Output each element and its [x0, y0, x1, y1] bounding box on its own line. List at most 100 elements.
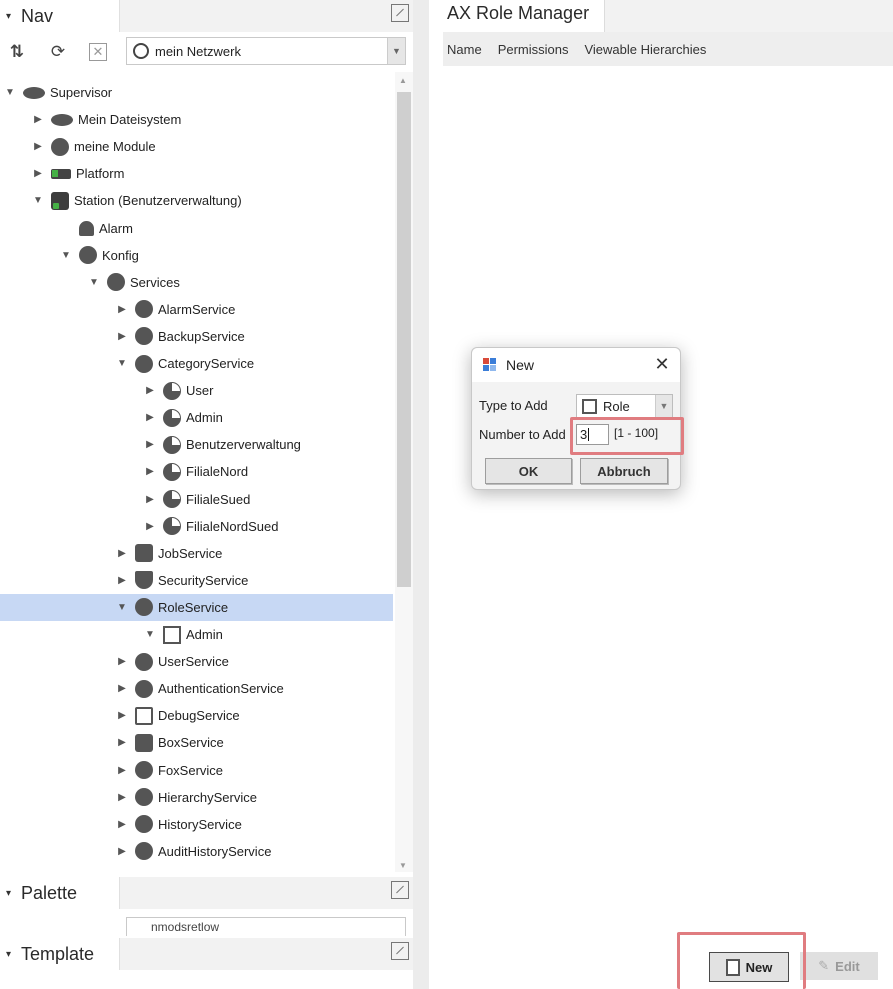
- collapsed-caret-icon[interactable]: ▶: [116, 792, 128, 803]
- palette-title: Palette: [21, 882, 78, 903]
- chevron-down-icon[interactable]: ▼: [655, 395, 672, 417]
- sync-icon[interactable]: ⇅: [6, 41, 28, 63]
- tree-node-foxservice[interactable]: ▶ FoxService: [0, 757, 393, 784]
- palette-select[interactable]: nmodsretlow: [126, 917, 406, 936]
- tree-node-station[interactable]: ▼ Station (Benutzerverwaltung): [0, 187, 393, 214]
- tree-node-category-filialesued[interactable]: ▶ FilialeSued: [0, 486, 393, 513]
- tree-node-hierarchyservice[interactable]: ▶ HierarchyService: [0, 784, 393, 811]
- tree-node-label: RoleService: [158, 599, 229, 615]
- collapsed-caret-icon[interactable]: ▶: [116, 710, 128, 721]
- tree-node-backupservice[interactable]: ▶ BackupService: [0, 323, 393, 350]
- expanded-caret-icon[interactable]: ▼: [144, 629, 156, 640]
- collapsed-caret-icon[interactable]: ▶: [116, 765, 128, 776]
- collapse-caret-icon[interactable]: ▾: [6, 949, 11, 960]
- expanded-caret-icon[interactable]: ▼: [4, 87, 16, 98]
- collapsed-caret-icon[interactable]: ▶: [116, 683, 128, 694]
- panel-splitter[interactable]: [413, 0, 429, 989]
- tree-node-boxservice[interactable]: ▶ BoxService: [0, 729, 393, 756]
- cancel-button[interactable]: Abbruch: [580, 458, 668, 484]
- expanded-caret-icon[interactable]: ▼: [116, 358, 128, 369]
- tree-node-debugservice[interactable]: ▶ DebugService: [0, 702, 393, 729]
- collapsed-caret-icon[interactable]: ▶: [32, 141, 44, 152]
- tree-node-role-admin[interactable]: ▼ Admin: [0, 621, 393, 648]
- tree-node-label: Station (Benutzerverwaltung): [74, 193, 242, 209]
- tree-node-label: FilialeNordSued: [186, 518, 279, 534]
- type-to-add-value: Role: [603, 398, 630, 414]
- collapsed-caret-icon[interactable]: ▶: [116, 819, 128, 830]
- tree-node-audithistoryservice[interactable]: ▶ AuditHistoryService: [0, 838, 393, 865]
- tree-node-category-benutzerverwaltung[interactable]: ▶ Benutzerverwaltung: [0, 431, 393, 458]
- collapsed-caret-icon[interactable]: ▶: [144, 494, 156, 505]
- collapsed-caret-icon[interactable]: ▶: [32, 114, 44, 125]
- tree-node-meine-module[interactable]: ▶ meine Module: [0, 133, 393, 160]
- tree-node-konfig[interactable]: ▼ Konfig: [0, 242, 393, 269]
- tree-node-categoryservice[interactable]: ▼ CategoryService: [0, 350, 393, 377]
- backupservice-icon: [135, 327, 153, 346]
- collapsed-caret-icon[interactable]: ▶: [144, 466, 156, 477]
- scroll-up-icon[interactable]: ▲: [399, 76, 407, 85]
- tree-node-authenticationservice[interactable]: ▶ AuthenticationService: [0, 675, 393, 702]
- type-to-add-select[interactable]: Role ▼: [576, 394, 673, 418]
- collapse-caret-icon[interactable]: ▾: [6, 888, 11, 899]
- collapsed-caret-icon[interactable]: ▶: [144, 521, 156, 532]
- ok-button[interactable]: OK: [485, 458, 572, 484]
- collapsed-caret-icon[interactable]: ▶: [116, 304, 128, 315]
- collapsed-caret-icon[interactable]: ▶: [116, 846, 128, 857]
- tree-node-category-filialenord[interactable]: ▶ FilialeNord: [0, 458, 393, 485]
- hierarchyservice-icon: [135, 788, 153, 807]
- tab-ax-role-manager[interactable]: AX Role Manager: [429, 0, 605, 32]
- highlight-new-button: [677, 932, 806, 989]
- scroll-down-icon[interactable]: ▼: [399, 861, 407, 870]
- column-name[interactable]: Name: [447, 42, 482, 57]
- template-tab[interactable]: ▾ Template: [0, 938, 120, 970]
- tree-node-category-filialenordsued[interactable]: ▶ FilialeNordSued: [0, 513, 393, 540]
- tree-node-jobservice[interactable]: ▶ JobService: [0, 540, 393, 567]
- collapsed-caret-icon[interactable]: ▶: [116, 331, 128, 342]
- network-select[interactable]: mein Netzwerk ▼: [126, 37, 406, 65]
- collapsed-caret-icon[interactable]: ▶: [116, 656, 128, 667]
- column-viewable-hierarchies[interactable]: Viewable Hierarchies: [584, 42, 706, 57]
- scrollbar-thumb[interactable]: [397, 92, 411, 587]
- palette-tab[interactable]: ▾ Palette: [0, 877, 120, 909]
- tree-scrollbar[interactable]: ▲ ▼: [395, 72, 413, 872]
- collapsed-caret-icon[interactable]: ▶: [144, 385, 156, 396]
- category-benutzerverwaltung-icon: [163, 435, 181, 454]
- refresh-icon[interactable]: ⟳: [47, 41, 69, 63]
- maximize-icon[interactable]: [391, 4, 409, 22]
- collapsed-caret-icon[interactable]: ▶: [116, 548, 128, 559]
- close-icon[interactable]: ✕: [652, 354, 672, 374]
- tree-node-mein-dateisystem[interactable]: ▶ Mein Dateisystem: [0, 106, 393, 133]
- maximize-icon[interactable]: [391, 881, 409, 899]
- tree-node-platform[interactable]: ▶ Platform: [0, 160, 393, 187]
- tree-node-securityservice[interactable]: ▶ SecurityService: [0, 567, 393, 594]
- expanded-caret-icon[interactable]: ▼: [116, 602, 128, 613]
- tree-node-supervisor[interactable]: ▼ Supervisor: [0, 79, 393, 106]
- edit-button[interactable]: ✎ Edit: [800, 952, 878, 980]
- tree-node-roleservice[interactable]: ▼ RoleService: [0, 593, 393, 621]
- maximize-icon[interactable]: [391, 942, 409, 960]
- tree-node-userservice[interactable]: ▶ UserService: [0, 648, 393, 675]
- collapsed-caret-icon[interactable]: ▶: [116, 575, 128, 586]
- tree-node-historyservice[interactable]: ▶ HistoryService: [0, 811, 393, 838]
- collapsed-caret-icon[interactable]: ▶: [144, 412, 156, 423]
- column-permissions[interactable]: Permissions: [498, 42, 569, 57]
- template-title: Template: [21, 943, 95, 964]
- tree-node-services[interactable]: ▼ Services: [0, 269, 393, 296]
- category-admin-icon: [163, 408, 181, 427]
- collapsed-caret-icon[interactable]: ▶: [32, 168, 44, 179]
- tree-node-alarm[interactable]: Alarm: [0, 215, 393, 242]
- collapsed-caret-icon[interactable]: ▶: [116, 737, 128, 748]
- close-icon[interactable]: ✕: [89, 43, 107, 61]
- collapse-caret-icon[interactable]: ▾: [6, 11, 11, 22]
- collapsed-caret-icon[interactable]: ▶: [144, 439, 156, 450]
- tree-node-alarmservice[interactable]: ▶ AlarmService: [0, 296, 393, 323]
- expanded-caret-icon[interactable]: ▼: [32, 195, 44, 206]
- tree-node-label: SecurityService: [158, 572, 249, 588]
- expanded-caret-icon[interactable]: ▼: [60, 250, 72, 261]
- nav-tab[interactable]: ▾ Nav: [0, 0, 120, 32]
- tree-node-category-admin[interactable]: ▶ Admin: [0, 404, 393, 431]
- tree-node-category-user[interactable]: ▶ User: [0, 377, 393, 404]
- expanded-caret-icon[interactable]: ▼: [88, 277, 100, 288]
- role-admin-icon: [163, 625, 181, 644]
- chevron-down-icon[interactable]: ▼: [387, 38, 405, 64]
